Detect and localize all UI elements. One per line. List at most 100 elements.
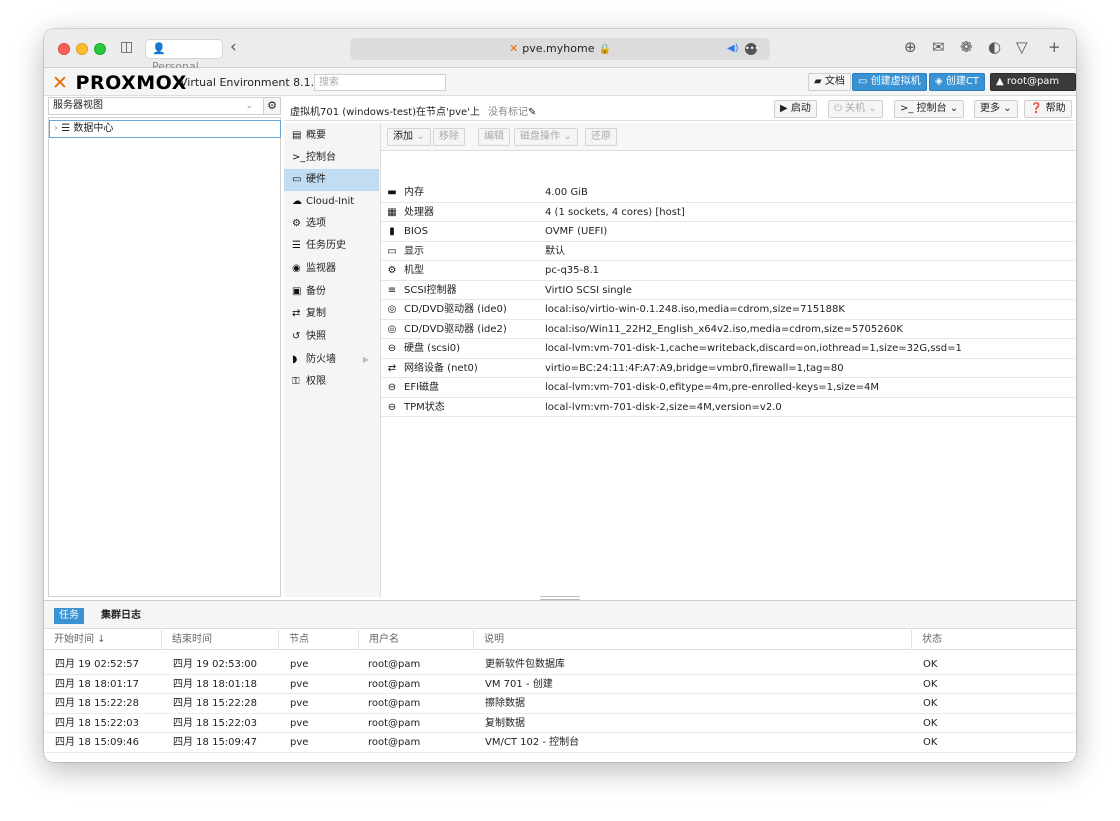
edit-label: 编辑 — [484, 131, 504, 142]
table-row[interactable]: ⊖ TPM状态 local-lvm:vm-701-disk-2,size=4M,ve… — [381, 398, 1075, 417]
tree-item-label: 数据中心 — [73, 123, 114, 134]
tab-cluster-log[interactable]: 集群日志 — [96, 608, 146, 624]
column-header-user[interactable]: 用户名 — [359, 630, 474, 650]
create-vm-button[interactable]: ▭ 创建虚拟机 — [852, 73, 927, 91]
task-log-panel: 任务 集群日志 开始时间 ↓ 结束时间 节点 用户名 说明 状态 四月 19 0… — [44, 600, 1076, 762]
nav-item-summary[interactable]: ▤ 概要 — [284, 125, 379, 147]
start-button[interactable]: ▶ 启动 — [774, 100, 817, 118]
table-row[interactable]: ≡ SCSI控制器 VirtIO SCSI single — [381, 281, 1075, 300]
address-bar[interactable]: ✕ pve.myhome 🔒 ◀) ••• — [350, 38, 770, 60]
view-select[interactable]: 服务器视图 ⌄ — [48, 97, 280, 115]
table-row[interactable]: ◎ CD/DVD驱动器 (ide0) local:iso/virtio-win-0.… — [381, 300, 1075, 320]
revert-button[interactable]: 还原 — [585, 128, 617, 146]
nav-item-hardware[interactable]: ▭ 硬件 — [284, 169, 379, 191]
column-header-start[interactable]: 开始时间 ↓ — [44, 630, 162, 650]
column-header-node[interactable]: 节点 — [279, 630, 359, 650]
edit-button[interactable]: 编辑 — [478, 128, 510, 146]
table-row[interactable]: ⊖ EFI磁盘 local-lvm:vm-701-disk-0,efitype=4m… — [381, 378, 1075, 398]
nav-item-backup[interactable]: ▣ 备份 — [284, 281, 379, 303]
sidebar-icon[interactable]: ◫ — [120, 39, 133, 55]
ext-icon-2[interactable]: ❁ — [960, 38, 973, 56]
table-row[interactable]: 四月 18 18:01:17 四月 18 18:01:18 pve root@p… — [44, 675, 1076, 694]
nav-item-snapshot[interactable]: ↺ 快照 — [284, 326, 379, 348]
nav-label: 概要 — [306, 130, 326, 141]
shutdown-button[interactable]: ⏻ 关机 ⌄ — [828, 100, 883, 118]
ext-icon-1[interactable]: ✉ — [932, 38, 945, 56]
user-menu-button[interactable]: ▲ root@pam ⌄ — [990, 73, 1076, 103]
add-button[interactable]: 添加 ⌄ — [387, 128, 431, 146]
console-button[interactable]: >_ 控制台 ⌄ — [894, 100, 965, 118]
nav-item-permissions[interactable]: ⚿ 权限 — [284, 371, 379, 393]
search-placeholder: 搜索 — [319, 77, 339, 88]
docs-button[interactable]: ▰ 文档 — [808, 73, 851, 91]
console-icon: >_ — [292, 152, 306, 163]
chevron-right-icon: ▶ — [362, 355, 369, 364]
nav-item-console[interactable]: >_控制台 — [284, 147, 379, 169]
disk-action-button[interactable]: 磁盘操作 ⌄ — [514, 128, 578, 146]
close-window-button[interactable] — [58, 43, 70, 55]
nav-item-monitor[interactable]: ◉ 监视器 — [284, 258, 379, 280]
hw-value: local-lvm:vm-701-disk-1,cache=writeback,… — [545, 343, 962, 354]
table-row[interactable]: ▮ BIOS OVMF (UEFI) — [381, 222, 1075, 242]
gear-icon[interactable]: ⚙ — [263, 97, 281, 115]
minimize-window-button[interactable] — [76, 43, 88, 55]
hw-name: CD/DVD驱动器 (ide2) — [404, 323, 507, 335]
ext-icon-3[interactable]: ◐ — [988, 38, 1001, 56]
speaker-icon[interactable]: ◀) — [727, 38, 739, 60]
hw-value: 4 (1 sockets, 4 cores) [host] — [545, 206, 685, 218]
more-icon[interactable]: ••• — [745, 43, 759, 55]
table-row[interactable]: 四月 19 02:52:57 四月 19 02:53:00 pve root@p… — [44, 655, 1076, 675]
cell-end: 四月 18 18:01:18 — [173, 678, 257, 690]
nav-item-options[interactable]: ⚙ 选项 — [284, 213, 379, 235]
download-icon[interactable]: ⊕ — [904, 38, 917, 56]
tree-item-datacenter[interactable]: › ☰ 数据中心 — [49, 120, 281, 138]
hw-value: pc-q35-8.1 — [545, 265, 600, 276]
ext-icon-4[interactable]: ▽ — [1016, 38, 1028, 56]
chevron-down-icon: ⌄ — [563, 131, 572, 142]
tags-field[interactable]: 没有标记✎ — [488, 103, 536, 118]
table-row[interactable]: ⚙ 机型 pc-q35-8.1 — [381, 261, 1075, 281]
column-header-status[interactable]: 状态 — [912, 630, 1072, 650]
table-row[interactable]: 四月 18 15:22:28 四月 18 15:22:28 pve root@p… — [44, 694, 1076, 714]
nav-item-task-history[interactable]: ☰ 任务历史 — [284, 235, 379, 257]
help-button[interactable]: ❓ 帮助 — [1024, 100, 1072, 118]
table-row[interactable]: 四月 18 15:09:46 四月 18 15:09:47 pve root@p… — [44, 733, 1076, 753]
nav-item-firewall[interactable]: ◗ 防火墙 ▶ — [284, 349, 379, 371]
plus-icon[interactable]: + — [1048, 38, 1061, 56]
table-row[interactable]: ⊖ 硬盘 (scsi0) local-lvm:vm-701-disk-1,cache… — [381, 339, 1075, 359]
table-row[interactable]: ◎ CD/DVD驱动器 (ide2) local:iso/Win11_22H2_En… — [381, 320, 1075, 339]
cell-start: 四月 18 18:01:17 — [55, 678, 139, 690]
nav-item-cloud-init[interactable]: ☁ Cloud-Init — [284, 191, 379, 213]
search-input[interactable]: 搜索 — [314, 74, 446, 91]
pencil-icon[interactable]: ✎ — [528, 107, 536, 118]
table-row[interactable]: ▬ 内存 4.00 GiB — [381, 183, 1075, 203]
expand-icon[interactable]: › — [54, 123, 58, 134]
zoom-window-button[interactable] — [94, 43, 106, 55]
user-label: root@pam — [1006, 76, 1060, 87]
nav-item-replication[interactable]: ⇄ 复制 — [284, 303, 379, 325]
table-row[interactable]: ⇄ 网络设备 (net0) virtio=BC:24:11:4F:A7:A9,bri… — [381, 359, 1075, 378]
machine-icon: ⚙ — [387, 265, 397, 276]
table-row[interactable]: ▦ 处理器 4 (1 sockets, 4 cores) [host] — [381, 203, 1075, 222]
start-label: 启动 — [790, 103, 811, 114]
back-arrow-icon[interactable]: ‹ — [230, 37, 237, 57]
hdd-icon: ⊖ — [387, 382, 397, 393]
create-ct-button[interactable]: ◈ 创建CT — [929, 73, 985, 91]
tab-tasks[interactable]: 任务 — [54, 608, 84, 624]
table-row[interactable]: 四月 18 15:22:03 四月 18 15:22:03 pve root@p… — [44, 714, 1076, 733]
table-row[interactable]: ▭ 显示 默认 — [381, 242, 1075, 261]
version-label: Virtual Environment 8.1.10 — [180, 76, 329, 89]
column-header-end[interactable]: 结束时间 — [162, 630, 279, 650]
profile-selector[interactable]: 👤Personal⌄ — [145, 39, 223, 73]
column-header-description[interactable]: 说明 — [474, 630, 912, 650]
remove-button[interactable]: 移除 — [433, 128, 465, 146]
vm-title: 虚拟机701 (windows-test)在节点'pve'上 — [290, 107, 480, 118]
hw-value: local-lvm:vm-701-disk-0,efitype=4m,pre-e… — [545, 382, 879, 393]
person-icon: 👤 — [152, 42, 166, 55]
chevron-down-icon: ⌄ — [868, 103, 877, 114]
cell-description: 更新软件包数据库 — [485, 659, 565, 670]
more-button[interactable]: 更多 ⌄ — [974, 100, 1018, 118]
chevron-down-icon: ⌄ — [1003, 103, 1012, 114]
cell-status: OK — [923, 737, 938, 748]
task-table-header: 开始时间 ↓ 结束时间 节点 用户名 说明 状态 — [44, 630, 1076, 650]
